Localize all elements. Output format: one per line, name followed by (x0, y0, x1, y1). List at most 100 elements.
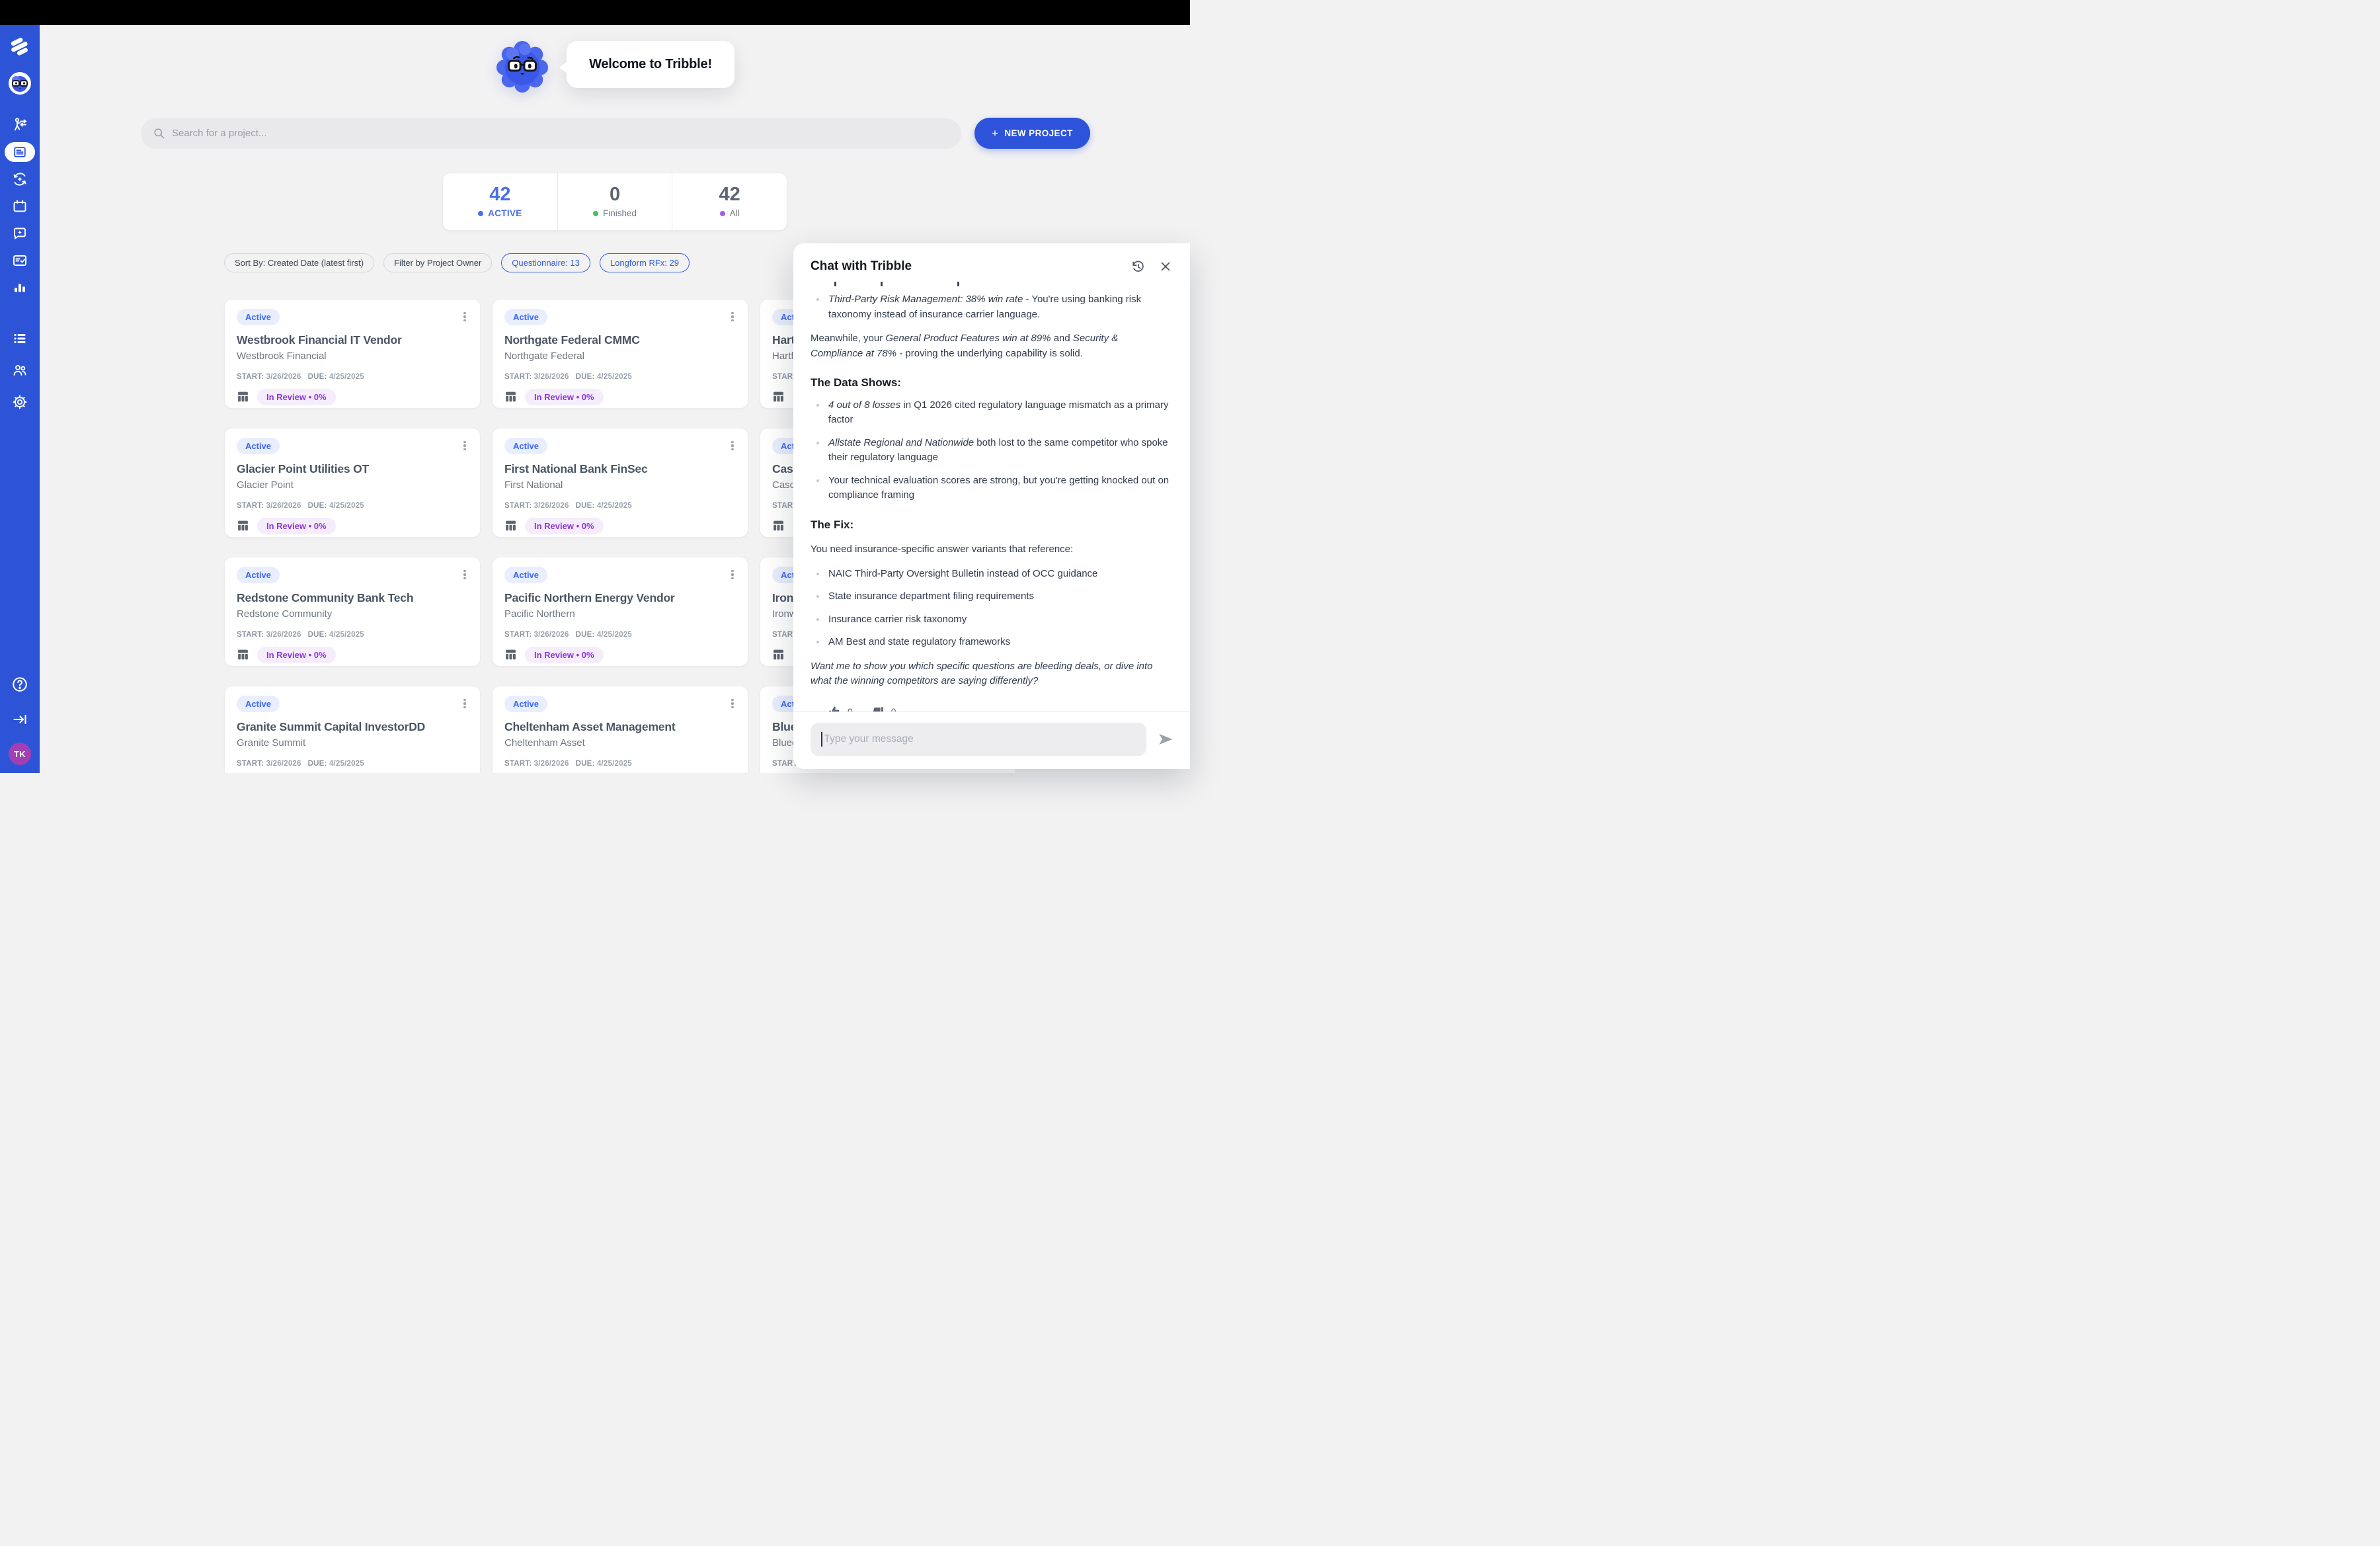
project-title: Glacier Point Utilities OT (237, 462, 468, 476)
project-card[interactable]: Active Pacific Northern Energy Vendor Pa… (492, 557, 748, 667)
clipped-previous-line (811, 280, 1173, 287)
card-menu-button[interactable] (459, 697, 471, 710)
project-subtitle: Cheltenham Asset (504, 737, 736, 749)
project-title: Westbrook Financial IT Vendor (237, 333, 468, 347)
chat-input-row (793, 712, 1190, 769)
review-progress-badge: In Review • 0% (257, 389, 336, 405)
status-badge: Active (237, 696, 280, 712)
card-menu-button[interactable] (459, 439, 471, 452)
project-title: Cheltenham Asset Management (504, 720, 736, 734)
thumbs-up-button[interactable] (828, 705, 841, 712)
chat-section-heading: The Fix: (811, 516, 1173, 534)
stat-all-value: 42 (719, 185, 740, 204)
chat-section-heading: The Data Shows: (811, 374, 1173, 391)
users-icon (12, 362, 28, 378)
plus-icon: + (992, 127, 998, 140)
stat-all[interactable]: 42 All (672, 173, 787, 230)
projects-list-icon (13, 145, 27, 159)
send-message-button[interactable] (1157, 731, 1174, 748)
bar-chart-icon (12, 280, 28, 296)
project-dates: START: 3/26/2026DUE: 4/25/2025 (504, 373, 736, 381)
sidebar-item-analytics[interactable] (10, 278, 30, 298)
project-dates: START: 3/26/2026DUE: 4/25/2025 (504, 502, 736, 510)
project-card[interactable]: Active Granite Summit Capital InvestorDD… (224, 686, 481, 773)
all-dot (720, 211, 725, 216)
project-card[interactable]: Active Westbrook Financial IT Vendor Wes… (224, 299, 481, 409)
card-menu-button[interactable] (727, 697, 738, 710)
sidebar-item-chat[interactable] (10, 224, 30, 243)
thumbs-down-count: 0 (891, 705, 896, 712)
status-badge: Active (237, 438, 280, 454)
chat-panel: Chat with Tribble Third-Party Risk Manag… (793, 243, 1190, 769)
stat-active[interactable]: 42 ACTIVE (443, 173, 557, 230)
project-subtitle: First National (504, 479, 736, 491)
search-input[interactable] (172, 128, 949, 139)
gear-icon (12, 394, 28, 410)
chat-message-body: Third-Party Risk Management: 38% win rat… (793, 278, 1190, 712)
project-dates: START: 3/26/2026DUE: 4/25/2025 (504, 631, 736, 639)
card-menu-button[interactable] (459, 310, 471, 323)
sidebar-item-calendar[interactable] (10, 196, 30, 216)
thumbs-down-button[interactable] (871, 705, 885, 712)
project-card[interactable]: Active First National Bank FinSec First … (492, 428, 748, 538)
project-card[interactable]: Active Glacier Point Utilities OT Glacie… (224, 428, 481, 538)
stat-active-label: ACTIVE (488, 208, 522, 218)
longform-rfx-chip[interactable]: Longform RFx: 29 (600, 253, 690, 272)
table-icon (237, 391, 249, 403)
sidebar-item-team[interactable] (8, 358, 32, 382)
chat-history-button[interactable] (1130, 259, 1145, 274)
project-dates: START: 3/26/2026DUE: 4/25/2025 (237, 502, 468, 510)
table-icon (504, 391, 517, 403)
text-cursor (821, 732, 822, 747)
chat-bullet-item: State insurance department filing requir… (826, 589, 1173, 604)
project-card[interactable]: Active Cheltenham Asset Management Chelt… (492, 686, 748, 773)
card-menu-button[interactable] (727, 310, 738, 323)
status-badge: Active (237, 309, 280, 325)
sidebar-item-sync[interactable] (10, 169, 30, 189)
project-search[interactable] (141, 118, 961, 149)
stat-finished-value: 0 (610, 185, 620, 204)
sidebar-item-settings[interactable] (8, 390, 32, 414)
user-avatar[interactable]: TK (9, 743, 31, 765)
sidebar-item-projects-active[interactable] (5, 142, 35, 162)
table-icon (772, 649, 785, 661)
tribble-assistant-avatar[interactable] (8, 71, 32, 95)
sort-by-chip[interactable]: Sort By: Created Date (latest first) (224, 253, 374, 272)
card-menu-button[interactable] (727, 568, 738, 581)
tribble-logo-icon[interactable] (8, 34, 32, 58)
filter-owner-chip[interactable]: Filter by Project Owner (383, 253, 492, 272)
sidebar-nav-secondary (8, 327, 32, 414)
list-rows-icon (12, 331, 28, 346)
sidebar-item-review-list[interactable] (10, 251, 30, 270)
close-chat-button[interactable] (1158, 259, 1173, 274)
message-feedback: 0 0 (811, 698, 1173, 712)
project-card[interactable]: Active Northgate Federal CMMC Northgate … (492, 299, 748, 409)
chat-paragraph: You need insurance-specific answer varia… (811, 542, 1173, 557)
stat-all-label: All (730, 208, 740, 218)
help-circle-icon (11, 676, 28, 693)
chat-bullet-list: NAIC Third-Party Oversight Bulletin inst… (811, 567, 1173, 650)
chat-sparkle-icon (12, 225, 28, 241)
welcome-bubble: Welcome to Tribble! (567, 41, 734, 88)
stat-finished-label: Finished (603, 208, 637, 218)
sidebar-item-rows[interactable] (8, 327, 32, 350)
chat-bullet-item: AM Best and state regulatory frameworks (826, 635, 1173, 650)
questionnaire-chip[interactable]: Questionnaire: 13 (501, 253, 590, 272)
review-progress-badge: In Review • 0% (257, 518, 336, 534)
project-card[interactable]: Active Redstone Community Bank Tech Reds… (224, 557, 481, 667)
card-menu-button[interactable] (727, 439, 738, 452)
chat-bullet-item: Allstate Regional and Nationwide both lo… (826, 436, 1173, 466)
help-button[interactable] (8, 672, 32, 696)
sidebar-nav (5, 115, 35, 298)
search-icon (153, 127, 165, 140)
card-menu-button[interactable] (459, 568, 471, 581)
new-project-button[interactable]: + NEW PROJECT (974, 118, 1090, 149)
chat-input-box[interactable] (811, 723, 1146, 756)
sidebar-item-handoff[interactable] (10, 115, 30, 135)
chat-message-input[interactable] (824, 733, 1136, 745)
sidebar: TK (0, 25, 40, 773)
stat-finished[interactable]: 0 Finished (557, 173, 672, 230)
collapse-sidebar-button[interactable] (8, 708, 32, 731)
table-icon (772, 391, 785, 403)
project-title: Granite Summit Capital InvestorDD (237, 720, 468, 734)
